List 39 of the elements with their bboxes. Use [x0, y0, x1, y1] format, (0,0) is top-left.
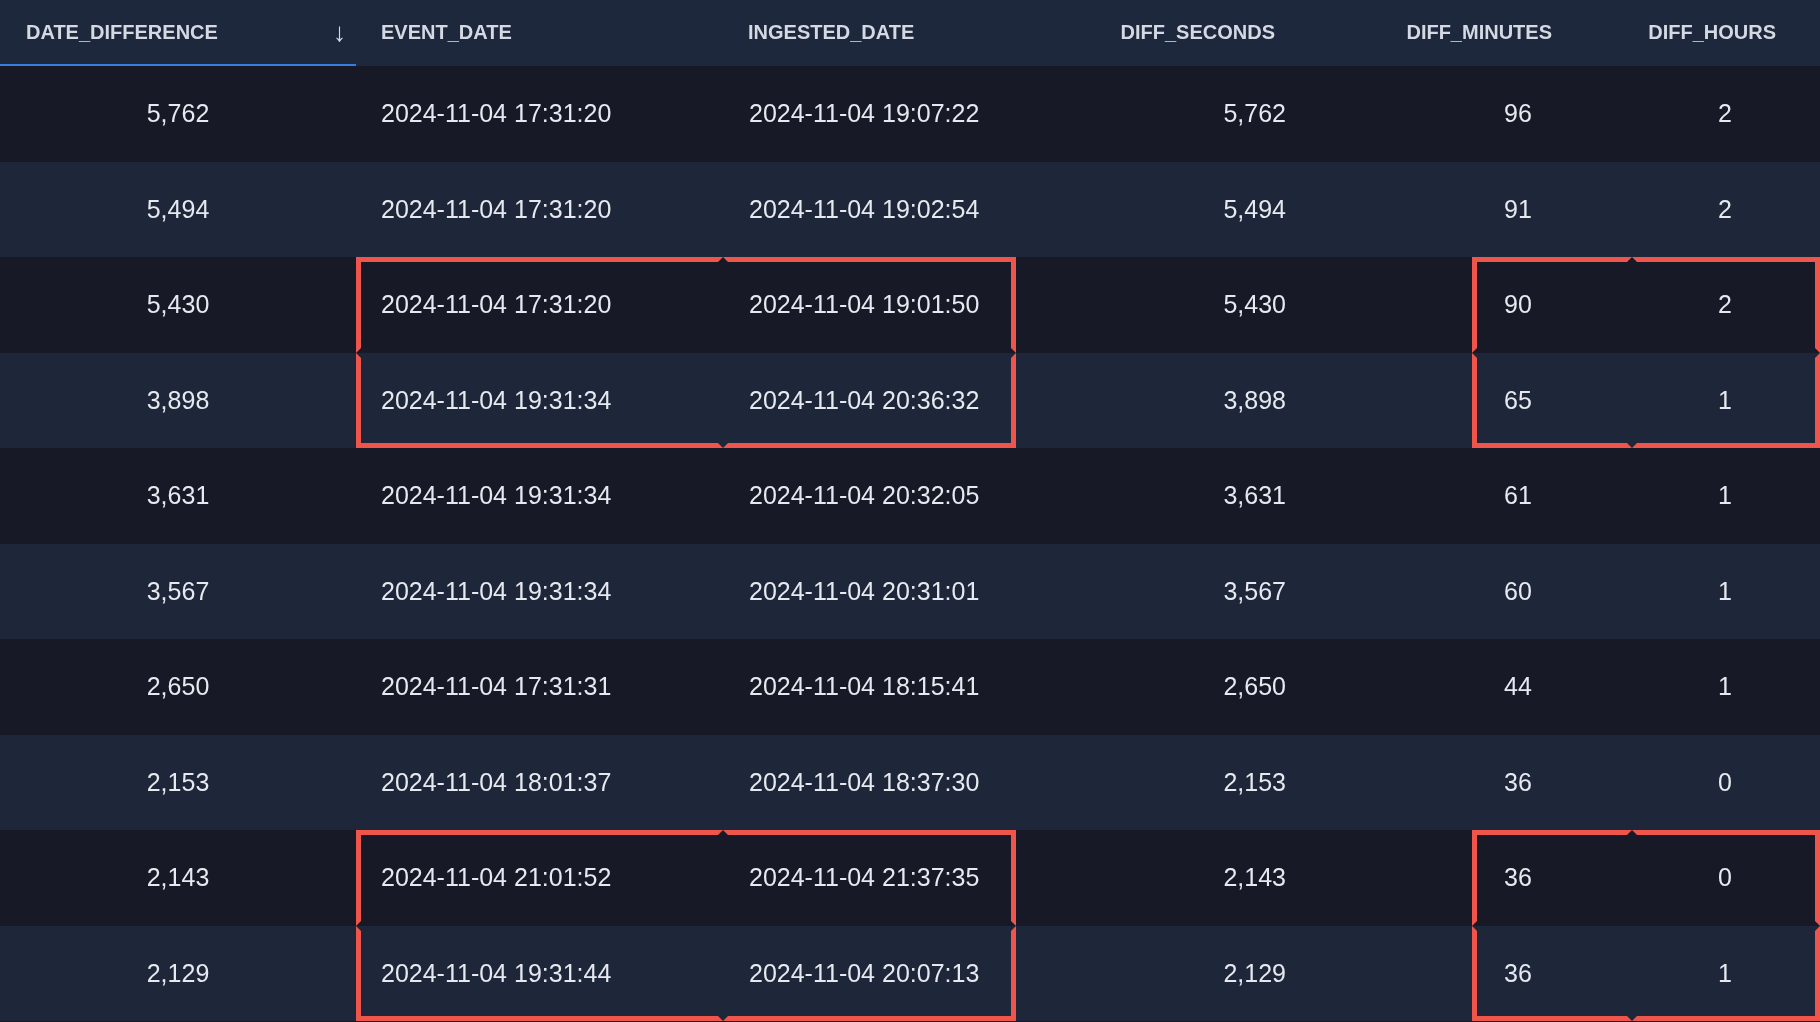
table-cell: 91	[1472, 161, 1632, 257]
table-cell: 3,567	[1016, 543, 1472, 639]
table-cell: 65	[1472, 352, 1632, 448]
table-cell: 3,898	[1016, 352, 1472, 448]
table-cell: 2024-11-04 17:31:20	[356, 161, 723, 257]
sort-arrow-icon[interactable]: ↓	[333, 16, 346, 48]
table-cell: 2024-11-04 19:02:54	[723, 161, 1016, 257]
table-cell: 3,898	[0, 352, 356, 448]
table-cell: 2024-11-04 19:31:34	[356, 543, 723, 639]
table-cell: 5,494	[1016, 161, 1472, 257]
table-cell: 2024-11-04 18:01:37	[356, 734, 723, 830]
table-cell: 36	[1472, 830, 1632, 926]
table-cell: 2	[1632, 257, 1820, 353]
table-cell: 2024-11-04 20:31:01	[723, 543, 1016, 639]
table-cell: 1	[1632, 543, 1820, 639]
table-cell: 1	[1632, 925, 1820, 1021]
table-cell: 0	[1632, 734, 1820, 830]
table-cell: 2024-11-04 19:01:50	[723, 257, 1016, 353]
table-cell: 2,129	[1016, 925, 1472, 1021]
table-cell: 2024-11-04 21:37:35	[723, 830, 1016, 926]
table-cell: 60	[1472, 543, 1632, 639]
table-cell: 2024-11-04 20:07:13	[723, 925, 1016, 1021]
table-cell: 2024-11-04 20:36:32	[723, 352, 1016, 448]
table-cell: 90	[1472, 257, 1632, 353]
table-cell: 36	[1472, 925, 1632, 1021]
table-cell: 0	[1632, 830, 1820, 926]
table-cell: 2	[1632, 161, 1820, 257]
table-cell: 3,567	[0, 543, 356, 639]
table-cell: 1	[1632, 352, 1820, 448]
table-cell: 2024-11-04 18:37:30	[723, 734, 1016, 830]
table-cell: 5,494	[0, 161, 356, 257]
table-cell: 2,153	[0, 734, 356, 830]
table-cell: 2024-11-04 19:31:44	[356, 925, 723, 1021]
table-cell: 36	[1472, 734, 1632, 830]
table-cell: 2,153	[1016, 734, 1472, 830]
table-cell: 2,129	[0, 925, 356, 1021]
table-cell: 2024-11-04 19:31:34	[356, 352, 723, 448]
table-cell: 2024-11-04 21:01:52	[356, 830, 723, 926]
table-cell: 2024-11-04 17:31:20	[356, 257, 723, 353]
